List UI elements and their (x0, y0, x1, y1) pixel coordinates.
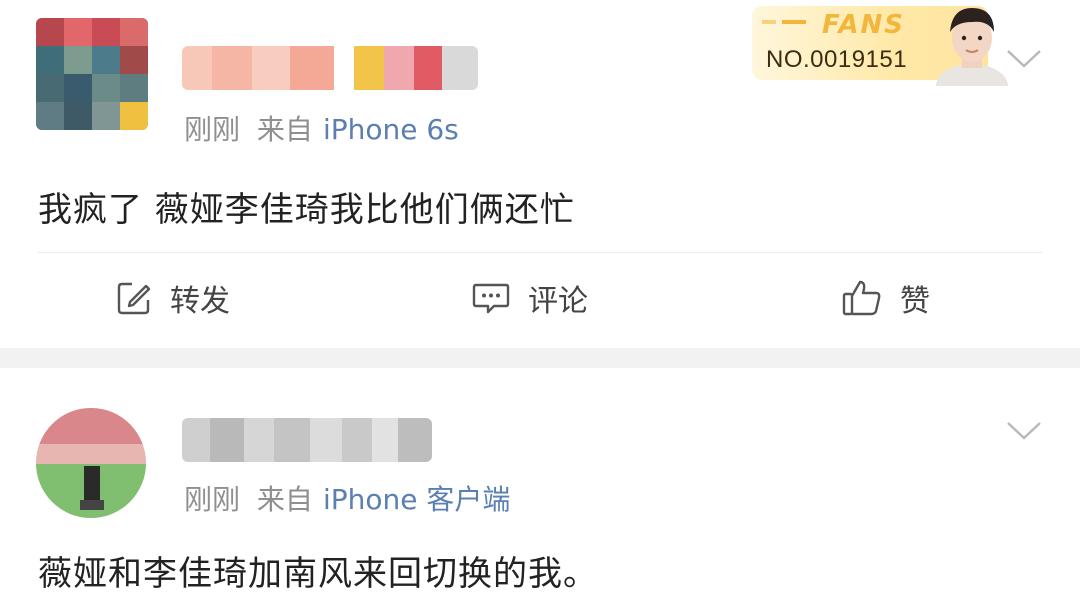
divider (38, 252, 1042, 253)
post-source[interactable]: iPhone 6s (323, 113, 459, 146)
fans-badge-number: NO.0019151 (766, 46, 908, 73)
feed-separator (0, 348, 1080, 368)
fans-photo-icon (936, 8, 1008, 86)
post-meta: 刚刚 来自 iPhone 客户端 (184, 478, 510, 518)
repost-button[interactable]: 转发 (116, 276, 230, 320)
post-source[interactable]: iPhone 客户端 (323, 483, 510, 516)
like-label: 赞 (900, 284, 930, 319)
post-time: 刚刚 (184, 113, 241, 146)
chevron-down-icon[interactable] (1006, 48, 1042, 70)
post-meta: 刚刚 来自 iPhone 6s (184, 108, 459, 148)
comment-label: 评论 (528, 284, 588, 319)
source-prefix: 来自 (256, 113, 313, 146)
thumbs-up-icon (842, 280, 881, 316)
avatar-blurred[interactable] (36, 18, 148, 130)
post-card-2: 刚刚 来自 iPhone 客户端 薇娅和李佳琦加南风来回切换的我。 (0, 368, 1080, 610)
chevron-down-icon[interactable] (1006, 420, 1042, 442)
like-button[interactable]: 赞 (842, 276, 930, 320)
post-card-1: 刚刚 来自 iPhone 6s FANS NO.0019151 我疯了 薇娅李佳琦… (0, 0, 1080, 348)
source-prefix: 来自 (256, 483, 313, 516)
fans-badge-title: FANS (822, 10, 906, 40)
post-content: 我疯了 薇娅李佳琦我比他们俩还忙 (38, 190, 575, 230)
post-time: 刚刚 (184, 483, 241, 516)
fans-deco-icon (762, 20, 806, 24)
repost-label: 转发 (170, 284, 230, 319)
avatar-blurred[interactable] (36, 408, 146, 518)
comment-icon (472, 283, 510, 314)
post-content: 薇娅和李佳琦加南风来回切换的我。 (38, 554, 598, 594)
fans-badge[interactable]: FANS NO.0019151 (752, 0, 1008, 86)
username-blurred[interactable] (182, 418, 432, 462)
comment-button[interactable]: 评论 (472, 276, 588, 320)
action-bar: 转发 评论 赞 (0, 266, 1080, 332)
username-blurred[interactable] (182, 46, 478, 90)
edit-icon (117, 282, 151, 315)
